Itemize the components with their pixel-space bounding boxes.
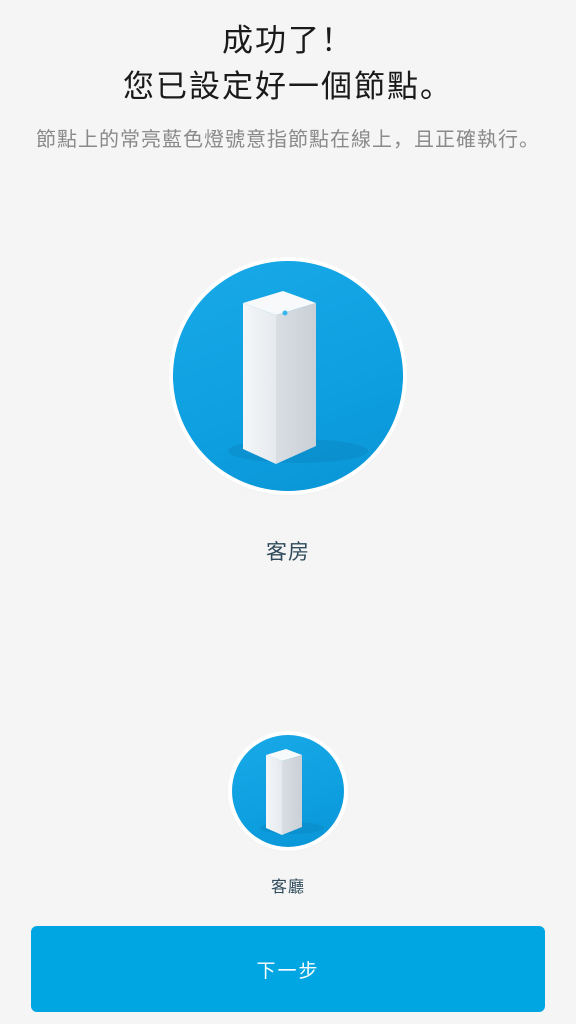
router-node-icon	[228, 291, 368, 464]
node-guest-room	[173, 261, 403, 491]
setup-success-screen: 成功了！ 您已設定好一個節點。 節點上的常亮藍色燈號意指節點在線上，且正確執行。…	[0, 0, 576, 1024]
node-label-living-room: 客廳	[270, 877, 305, 896]
page-subtitle: 節點上的常亮藍色燈號意指節點在線上，且正確執行。	[36, 127, 540, 151]
router-node-icon	[260, 749, 324, 835]
next-step-button[interactable]: 下一步	[31, 926, 545, 1012]
title-line-2: 您已設定好一個節點。	[123, 69, 453, 105]
node-living-room	[232, 735, 344, 847]
page-title: 成功了！ 您已設定好一個節點。	[0, 18, 576, 110]
node-label-guest-room: 客房	[266, 540, 310, 564]
title-line-1: 成功了！	[222, 23, 354, 59]
